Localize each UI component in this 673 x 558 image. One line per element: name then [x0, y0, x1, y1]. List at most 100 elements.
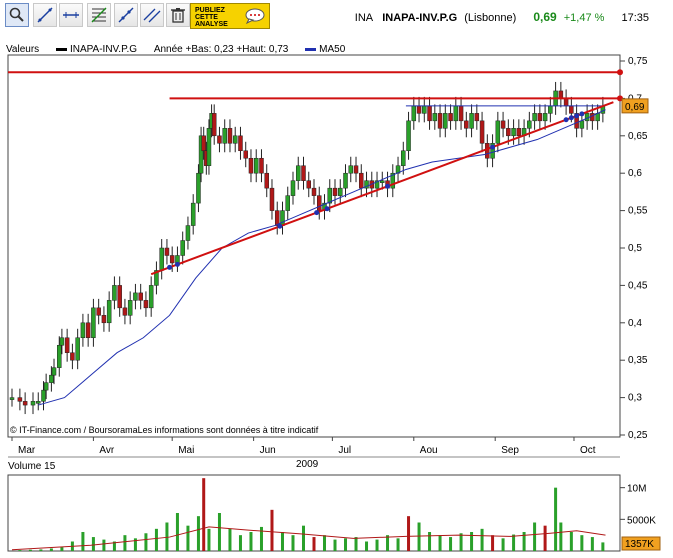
trash-icon	[171, 8, 185, 23]
trend-point	[174, 261, 180, 267]
candle	[211, 113, 217, 137]
candle	[395, 165, 401, 174]
x-tick-label: Jul	[338, 445, 351, 456]
candle	[70, 352, 75, 361]
volume-bar	[249, 532, 253, 551]
candle	[49, 374, 54, 383]
x-tick-label: Avr	[99, 445, 114, 456]
candle	[175, 255, 180, 264]
volume-bar	[144, 533, 148, 551]
candle	[406, 120, 411, 152]
candle	[75, 337, 80, 361]
candle	[243, 150, 248, 159]
candle	[574, 113, 579, 129]
y-tick-label: 0,4	[628, 318, 642, 329]
candle	[558, 90, 564, 99]
trend-points-icon	[118, 7, 134, 23]
candle	[443, 113, 448, 129]
candle	[401, 150, 406, 166]
candle	[117, 285, 122, 309]
candle	[322, 202, 327, 211]
candle	[374, 180, 380, 189]
trend-point	[574, 113, 580, 119]
candle	[595, 113, 600, 122]
legend-series-name: INAPA-INV.P.G	[69, 44, 138, 55]
zoom-button[interactable]	[5, 3, 29, 27]
volume-average-line	[11, 526, 606, 551]
legend-valeurs: Valeurs	[6, 44, 40, 55]
trash-button[interactable]	[166, 3, 190, 27]
candle	[364, 180, 369, 189]
trend-points-button[interactable]	[114, 3, 138, 27]
volume-bar	[580, 535, 584, 551]
candle	[532, 113, 537, 122]
candle	[453, 105, 459, 122]
ticker-time: 17:35	[621, 12, 649, 24]
trend-point	[579, 111, 585, 117]
legend-ma-name: MA50	[319, 44, 346, 55]
candle	[143, 300, 149, 309]
trend-point	[385, 183, 391, 189]
candle	[306, 180, 311, 189]
candle	[521, 128, 527, 137]
draw-line-button[interactable]	[33, 3, 57, 27]
volume-bar	[175, 513, 179, 551]
candle	[17, 397, 23, 402]
candle	[301, 165, 306, 181]
volume-bar	[154, 528, 158, 551]
candle	[217, 135, 222, 144]
candle	[469, 113, 474, 129]
trend-point	[167, 264, 173, 270]
x-tick-label: Oct	[580, 445, 596, 456]
volume-tick-label: 10M	[627, 484, 646, 495]
candle	[537, 113, 543, 122]
candle	[274, 210, 280, 226]
y-tick-label: 0,35	[628, 355, 648, 366]
candle	[64, 337, 70, 353]
volume-bar	[543, 525, 547, 551]
candle	[106, 300, 112, 324]
candle	[138, 292, 143, 301]
legend-ma-swatch	[305, 47, 317, 51]
candle	[553, 90, 558, 107]
candle	[600, 105, 606, 114]
candle	[85, 322, 91, 339]
publish-analysis-button[interactable]: PUBLIEZ CETTE ANALYSE	[190, 3, 270, 29]
volume-bar	[375, 539, 379, 551]
ad-line-3: ANALYSE	[195, 21, 228, 28]
candle	[227, 128, 233, 144]
volume-bar	[480, 528, 484, 551]
x-tick-label: Aou	[420, 445, 438, 456]
volume-bar	[449, 537, 453, 551]
volume-bar	[123, 535, 127, 551]
price-chart[interactable]: 0,25 0,3 0,35 0,4 0,45 0,5 0,55 0,6 0,65 0,7 0,75 M…	[0, 0, 673, 558]
candle	[80, 322, 86, 339]
candle	[422, 105, 427, 114]
volume-bar	[590, 537, 594, 551]
x-tick-label: Mar	[18, 445, 36, 456]
candle	[563, 98, 569, 107]
candle	[584, 113, 590, 122]
volume-bar	[601, 542, 605, 551]
y-tick-label: 0,5	[628, 243, 642, 254]
horizontal-line-button[interactable]	[59, 3, 83, 27]
volume-bar	[344, 538, 348, 551]
volume-bar	[18, 550, 22, 551]
fibonacci-button[interactable]	[87, 3, 111, 27]
candle	[36, 401, 41, 404]
ad-line-2: CETTE	[195, 14, 218, 21]
volume-bar	[112, 541, 116, 551]
candle	[516, 128, 522, 137]
parallel-lines-button[interactable]	[140, 3, 164, 27]
candle	[101, 315, 107, 324]
candle	[369, 180, 375, 189]
candle	[259, 157, 264, 174]
volume-bar	[49, 548, 53, 551]
volume-bar	[228, 528, 232, 551]
candle	[490, 143, 495, 159]
volume-badge-label: 1357K	[625, 539, 654, 550]
candle	[159, 247, 164, 271]
x-tick-label: Jun	[260, 445, 276, 456]
candle	[569, 105, 574, 114]
volume-bar	[165, 522, 169, 551]
